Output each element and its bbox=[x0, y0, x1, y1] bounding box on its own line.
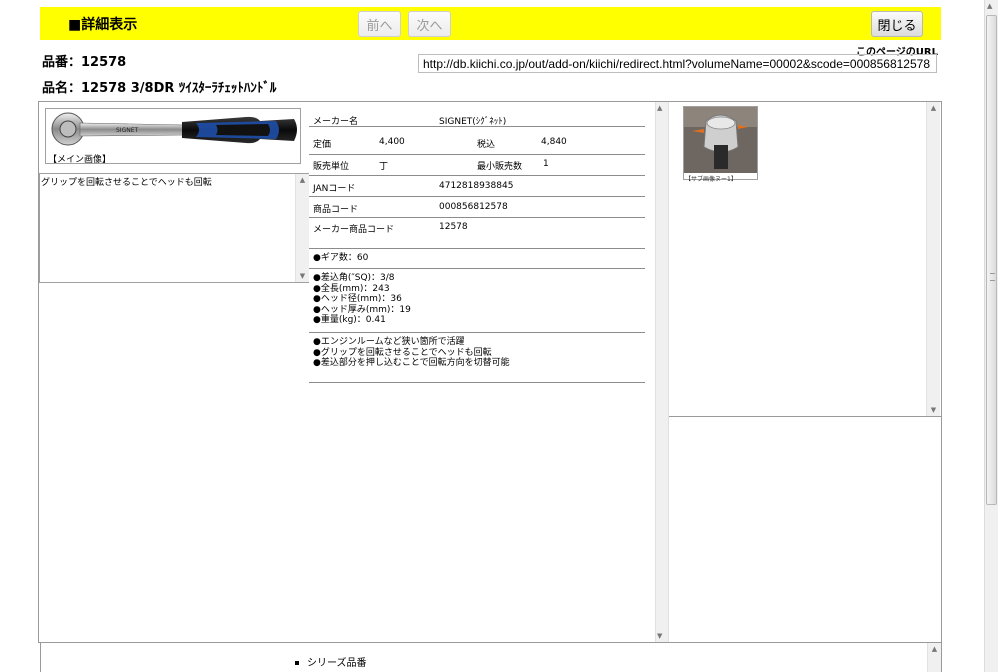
product-code-label: 商品コード bbox=[313, 205, 359, 215]
spec-row-maker-code: メーカー商品コード 12578 bbox=[309, 218, 645, 249]
next-button[interactable]: 次へ bbox=[408, 11, 451, 37]
grip-icon bbox=[990, 273, 995, 281]
feature-item: ●ヘッド径(mm)：36 bbox=[313, 294, 402, 304]
spec-row-product-code: 商品コード 000856812578 bbox=[309, 197, 645, 218]
min-qty-value: 1 bbox=[543, 159, 549, 169]
scroll-up-arrow-icon[interactable]: ▲ bbox=[657, 104, 662, 112]
unit-value: 丁 bbox=[379, 162, 389, 172]
feature-item: ●差込部分を押し込むことで回転方向を切替可能 bbox=[313, 358, 510, 368]
feature-divider bbox=[309, 382, 645, 383]
description-text: グリップを回転させることでヘッドも回転 bbox=[41, 178, 212, 188]
product-code-value: 000856812578 bbox=[439, 202, 508, 212]
feature-item: ●ギア数：60 bbox=[313, 253, 369, 263]
scroll-down-arrow-icon[interactable]: ▼ bbox=[657, 632, 662, 640]
spec-scrollbar[interactable]: ▲ ▼ bbox=[655, 102, 669, 642]
feature-item: ●差込角(″SQ)：3/8 bbox=[313, 273, 395, 283]
spec-row-unit: 販売単位 丁 最小販売数 1 bbox=[309, 155, 645, 176]
maker-label: メーカー名 bbox=[313, 117, 359, 127]
jan-label: JANコード bbox=[313, 184, 356, 194]
maker-value: SIGNET(ｼｸﾞﾈｯﾄ) bbox=[439, 117, 507, 127]
feature-item: ●エンジンルームなど狭い箇所で活躍 bbox=[313, 337, 465, 347]
svg-text:SIGNET: SIGNET bbox=[116, 127, 139, 134]
main-image[interactable]: SIGNET 【メイン画像】 bbox=[45, 108, 301, 165]
unit-label: 販売単位 bbox=[313, 162, 350, 172]
list-price-value: 4,400 bbox=[379, 137, 405, 147]
maker-code-value: 12578 bbox=[439, 222, 468, 232]
page-scroll-thumb[interactable] bbox=[986, 15, 997, 505]
page-url-field[interactable]: http://db.kiichi.co.jp/out/add-on/kiichi… bbox=[418, 54, 937, 73]
description-box: グリップを回転させることでヘッドも回転 ▲ ▼ bbox=[39, 173, 309, 283]
list-price-label: 定価 bbox=[313, 140, 332, 150]
main-image-caption: 【メイン画像】 bbox=[48, 155, 112, 165]
feature-group-usage: ●エンジンルームなど狭い箇所で活躍 ●グリップを回転させることでヘッドも回転 ●… bbox=[313, 337, 510, 369]
tax-incl-value: 4,840 bbox=[541, 137, 567, 147]
feature-item: ●グリップを回転させることでヘッドも回転 bbox=[313, 347, 492, 358]
description-scrollbar[interactable]: ▲ ▼ bbox=[295, 174, 309, 282]
ratchet-product-photo: SIGNET bbox=[51, 112, 297, 146]
scroll-up-arrow-icon[interactable]: ▲ bbox=[928, 643, 941, 655]
ratchet-head-photo bbox=[684, 107, 757, 173]
spec-row-maker: メーカー名 SIGNET(ｼｸﾞﾈｯﾄ) bbox=[309, 110, 645, 127]
spec-row-price: 定価 4,400 税込 4,840 bbox=[309, 127, 645, 155]
series-item[interactable]: シリーズ品番 bbox=[295, 654, 367, 669]
feature-item: ●重量(kg)：0.41 bbox=[313, 315, 386, 325]
spec-row-jan: JANコード 4712818938845 bbox=[309, 176, 645, 197]
prev-button[interactable]: 前へ bbox=[358, 11, 401, 37]
close-button[interactable]: 閉じる bbox=[871, 11, 923, 37]
feature-group-gear: ●ギア数：60 bbox=[313, 253, 368, 264]
sub-image[interactable]: 【サブ画像ヌー1】 bbox=[683, 106, 758, 183]
feature-item: ●ヘッド厚み(mm)：19 bbox=[313, 304, 411, 315]
scroll-down-arrow-icon[interactable]: ▼ bbox=[296, 270, 309, 282]
series-scrollbar[interactable]: ▲ bbox=[927, 643, 941, 672]
feature-divider bbox=[309, 332, 645, 333]
sub-image-caption: 【サブ画像ヌー1】 bbox=[685, 176, 737, 183]
header-bar: ■詳細表示 bbox=[40, 7, 941, 40]
maker-code-label: メーカー商品コード bbox=[313, 225, 395, 235]
sub-image-scrollbar[interactable]: ▲ ▼ bbox=[926, 102, 940, 416]
page-title: ■詳細表示 bbox=[68, 17, 138, 33]
feature-group-dimensions: ●差込角(″SQ)：3/8 ●全長(mm)：243 ●ヘッド径(mm)：36 ●… bbox=[313, 273, 411, 326]
bullet-icon bbox=[295, 661, 299, 665]
feature-divider bbox=[309, 268, 645, 269]
product-number: 品番：12578 bbox=[42, 55, 127, 70]
page-scrollbar[interactable]: ▲ bbox=[984, 0, 998, 672]
jan-value: 4712818938845 bbox=[439, 181, 514, 191]
series-label: シリーズ品番 bbox=[307, 658, 367, 669]
series-pane bbox=[40, 643, 942, 672]
scroll-up-arrow-icon[interactable]: ▲ bbox=[927, 102, 940, 114]
tax-incl-label: 税込 bbox=[477, 140, 496, 150]
scroll-down-arrow-icon[interactable]: ▼ bbox=[927, 404, 940, 416]
scroll-up-arrow-icon[interactable]: ▲ bbox=[296, 174, 309, 186]
product-name: 品名：12578 3/8DR ﾂｲｽﾀｰﾗﾁｪｯﾄﾊﾝﾄﾞﾙ bbox=[42, 81, 277, 96]
min-qty-label: 最小販売数 bbox=[477, 162, 523, 172]
scroll-up-arrow-icon[interactable]: ▲ bbox=[987, 2, 992, 10]
feature-item: ●全長(mm)：243 bbox=[313, 283, 390, 294]
